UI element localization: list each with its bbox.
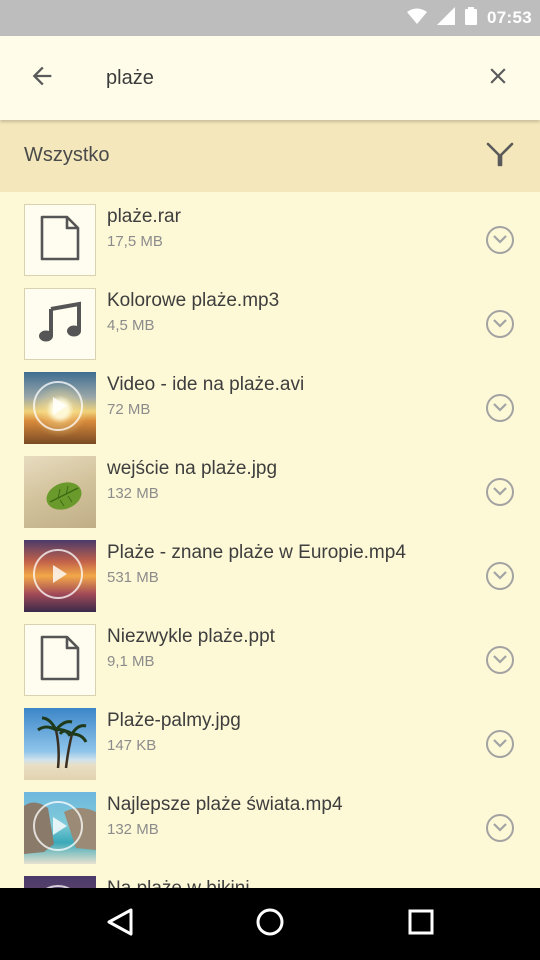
file-name: Plaże - znane plaże w Europie.mp4 <box>107 542 406 563</box>
filter-label[interactable]: Wszystko <box>24 144 110 167</box>
document-icon <box>40 215 80 266</box>
file-list-item[interactable]: wejście na plaże.jpg 132 MB <box>0 444 540 528</box>
expand-button[interactable] <box>486 310 514 338</box>
nav-home-button[interactable] <box>250 904 290 944</box>
play-icon <box>33 381 83 431</box>
file-thumbnail <box>24 204 96 276</box>
chevron-down-icon <box>493 735 507 753</box>
chevron-down-icon <box>493 231 507 249</box>
file-list-item[interactable]: Niezwykle plaże.ppt 9,1 MB <box>0 612 540 696</box>
file-list: plaże.rar 17,5 MB Kolorowe plaże.mp3 4,5… <box>0 192 540 888</box>
file-size: 72 MB <box>107 401 151 418</box>
expand-button[interactable] <box>486 562 514 590</box>
file-size: 132 MB <box>107 821 159 838</box>
nav-recents-button[interactable] <box>401 904 441 944</box>
file-size: 531 MB <box>107 569 159 586</box>
expand-button[interactable] <box>486 730 514 758</box>
music-note-icon <box>37 299 83 350</box>
status-time: 07:53 <box>487 8 532 27</box>
chevron-down-icon <box>493 651 507 669</box>
file-name: Na plaże w bikini <box>107 878 250 888</box>
video-sunset-thumbnail <box>24 876 96 888</box>
back-button[interactable] <box>20 56 64 100</box>
clear-search-button[interactable] <box>476 56 520 100</box>
triangle-back-icon <box>106 907 134 942</box>
file-size: 132 MB <box>107 485 159 502</box>
file-list-item[interactable]: Kolorowe plaże.mp3 4,5 MB <box>0 276 540 360</box>
file-list-item[interactable]: Plaże - znane plaże w Europie.mp4 531 MB <box>0 528 540 612</box>
document-icon <box>40 635 80 686</box>
navigation-bar <box>0 888 540 960</box>
signal-icon <box>437 6 456 30</box>
file-name: Video - ide na plaże.avi <box>107 374 305 395</box>
search-input[interactable] <box>106 60 466 96</box>
circle-home-icon <box>255 907 285 942</box>
file-thumbnail <box>24 288 96 360</box>
file-size: 147 KB <box>107 737 157 754</box>
expand-button[interactable] <box>486 646 514 674</box>
file-list-item[interactable]: Najlepsze plaże świata.mp4 132 MB <box>0 780 540 864</box>
chevron-down-icon <box>493 399 507 417</box>
square-recents-icon <box>407 908 435 941</box>
file-size: 4,5 MB <box>107 317 155 334</box>
file-list-item[interactable]: Plaże-palmy.jpg 147 KB <box>0 696 540 780</box>
nav-back-button[interactable] <box>100 904 140 944</box>
file-list-item[interactable]: Na plaże w bikini <box>0 864 540 888</box>
file-name: Niezwykle plaże.ppt <box>107 626 275 647</box>
status-bar: 07:53 <box>0 0 540 36</box>
arrow-left-icon <box>28 62 56 95</box>
play-icon <box>33 549 83 599</box>
chevron-down-icon <box>493 483 507 501</box>
file-name: Kolorowe plaże.mp3 <box>107 290 280 311</box>
expand-button[interactable] <box>486 226 514 254</box>
filter-funnel-icon <box>486 140 514 173</box>
chevron-down-icon <box>493 315 507 333</box>
file-name: Najlepsze plaże świata.mp4 <box>107 794 343 815</box>
expand-button[interactable] <box>486 814 514 842</box>
video-rock-arch-thumbnail <box>24 792 96 864</box>
filter-button[interactable] <box>480 136 520 176</box>
file-thumbnail <box>24 624 96 696</box>
battery-icon <box>465 6 478 30</box>
play-icon <box>33 801 83 851</box>
file-size: 17,5 MB <box>107 233 163 250</box>
leaf-on-sand-thumbnail <box>24 456 96 528</box>
expand-button[interactable] <box>486 394 514 422</box>
video-sunset-thumbnail <box>24 540 96 612</box>
chevron-down-icon <box>493 567 507 585</box>
filter-bar: Wszystko <box>0 120 540 192</box>
wifi-icon <box>407 8 428 29</box>
close-icon <box>485 63 511 94</box>
file-name: plaże.rar <box>107 206 181 227</box>
search-app-bar <box>0 36 540 120</box>
file-name: wejście na plaże.jpg <box>107 458 278 479</box>
expand-button[interactable] <box>486 478 514 506</box>
file-name: Plaże-palmy.jpg <box>107 710 241 731</box>
file-list-item[interactable]: Video - ide na plaże.avi 72 MB <box>0 360 540 444</box>
file-list-item[interactable]: plaże.rar 17,5 MB <box>0 192 540 276</box>
video-sunset-thumbnail <box>24 372 96 444</box>
chevron-down-icon <box>493 819 507 837</box>
palm-trees-thumbnail <box>24 708 96 780</box>
file-size: 9,1 MB <box>107 653 155 670</box>
